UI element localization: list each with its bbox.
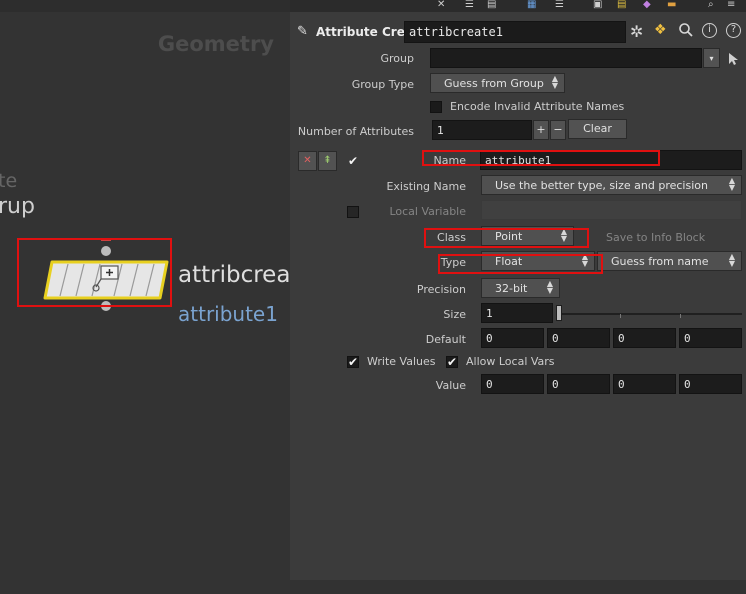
- local-variable-field[interactable]: [481, 200, 742, 220]
- size-slider-track[interactable]: [556, 313, 742, 315]
- encode-label: Encode Invalid Attribute Names: [450, 100, 625, 113]
- parameter-pane: ✎ Attribute Create attribcreate1 ✲ ❖ i ?…: [290, 12, 746, 580]
- group-type-dropdown[interactable]: Guess from Group ▲ ▼: [430, 73, 565, 93]
- context-node-fragment-1: te: [0, 170, 18, 192]
- help-icon[interactable]: ?: [726, 23, 741, 38]
- default-field-3[interactable]: 0: [613, 328, 676, 348]
- python-icon[interactable]: ❖: [654, 22, 667, 38]
- precision-dropdown[interactable]: 32-bit ▲ ▼: [481, 278, 560, 298]
- houdini-window: Geometry te rup attribcreat attribute1 ✕…: [0, 0, 746, 594]
- group-label: Group: [380, 52, 415, 65]
- network-view[interactable]: Geometry te rup attribcreat attribute1: [0, 0, 290, 594]
- context-node-fragment-2: rup: [0, 194, 35, 219]
- grid-icon[interactable]: ▦: [527, 0, 536, 10]
- allow-local-vars-checkmark-icon: ✔: [447, 355, 458, 369]
- slider-tick: [620, 314, 621, 318]
- pane-bottom-border: [290, 580, 746, 594]
- existing-name-label: Existing Name: [386, 180, 466, 193]
- value-field-3[interactable]: 0: [613, 374, 676, 394]
- search-icon[interactable]: [678, 22, 694, 38]
- value-field-1[interactable]: 0: [481, 374, 544, 394]
- write-values-label: Write Values: [367, 355, 436, 368]
- parameter-header: ✎ Attribute Create attribcreate1 ✲ ❖ i ?: [290, 18, 746, 46]
- num-attributes-field[interactable]: 1: [432, 120, 532, 140]
- clear-button[interactable]: Clear: [568, 119, 627, 139]
- size-field[interactable]: 1: [481, 303, 553, 323]
- group-type-label: Group Type: [351, 78, 414, 91]
- default-field-2[interactable]: 0: [547, 328, 610, 348]
- attribcreate-type-icon: ✎: [297, 24, 308, 39]
- group-type-value: Guess from Group: [444, 77, 544, 90]
- group-field[interactable]: [430, 48, 702, 68]
- existing-name-value: Use the better type, size and precision: [495, 179, 708, 192]
- save-icon[interactable]: ▣: [593, 0, 602, 10]
- size-label: Size: [443, 308, 466, 321]
- list-view-icon[interactable]: ☰: [555, 0, 564, 10]
- layers-icon[interactable]: ◆: [643, 0, 651, 10]
- note-icon[interactable]: ▤: [617, 0, 626, 10]
- menu-icon[interactable]: ≡: [727, 0, 735, 10]
- updown-arrow-icon: ▲ ▼: [546, 279, 554, 295]
- folder-icon[interactable]: ▬: [667, 0, 676, 10]
- value-field-2[interactable]: 0: [547, 374, 610, 394]
- info-icon[interactable]: i: [702, 23, 717, 38]
- encode-checkbox[interactable]: [430, 101, 442, 113]
- save-info-block-label[interactable]: Save to Info Block: [606, 231, 705, 244]
- guess-from-name-value: Guess from name: [611, 255, 709, 268]
- network-toolbar-strip: [0, 0, 290, 12]
- context-label: Geometry: [157, 32, 274, 56]
- updown-arrow-icon: ▲ ▼: [728, 176, 736, 192]
- num-attributes-label: Number of Attributes: [297, 125, 414, 138]
- updown-arrow-icon: ▲ ▼: [728, 252, 736, 268]
- size-slider-knob[interactable]: [556, 305, 562, 321]
- updown-arrow-icon: ▲ ▼: [551, 74, 559, 90]
- value-label: Value: [435, 379, 466, 392]
- write-values-checkmark-icon: ✔: [348, 355, 359, 369]
- search-icon[interactable]: ⌕: [708, 0, 714, 10]
- existing-name-dropdown[interactable]: Use the better type, size and precision …: [481, 175, 742, 195]
- allow-local-vars-label: Allow Local Vars: [466, 355, 555, 368]
- gear-icon[interactable]: ✲: [630, 22, 643, 41]
- node-name-field[interactable]: attribcreate1: [404, 21, 626, 43]
- default-field-4[interactable]: 0: [679, 328, 742, 348]
- guess-from-name-dropdown[interactable]: Guess from name ▲ ▼: [597, 251, 742, 271]
- remove-attribute-button[interactable]: −: [550, 120, 566, 140]
- local-variable-label: Local Variable: [389, 205, 466, 218]
- precision-label: Precision: [416, 283, 466, 296]
- pane-toolbar: ✕ ☰ ▤ ▦ ☰ ▣ ▤ ◆ ▬ ⌕ ≡: [290, 0, 746, 12]
- node-name-label: attribcreat: [178, 262, 290, 288]
- default-label: Default: [425, 333, 466, 346]
- tools-icon[interactable]: ✕: [437, 0, 445, 10]
- table-icon[interactable]: ▤: [487, 0, 496, 10]
- highlight-node-box: [17, 238, 172, 307]
- select-arrow-icon[interactable]: [727, 52, 739, 66]
- node-subtitle-label: attribute1: [178, 302, 278, 326]
- value-field-4[interactable]: 0: [679, 374, 742, 394]
- highlight-type-box: [438, 254, 603, 274]
- slider-tick: [680, 314, 681, 318]
- add-attribute-button[interactable]: +: [533, 120, 549, 140]
- highlight-class-box: [424, 228, 589, 248]
- list-icon[interactable]: ☰: [465, 0, 474, 10]
- precision-value: 32-bit: [495, 282, 528, 295]
- highlight-name-box: [422, 150, 660, 166]
- default-field-1[interactable]: 0: [481, 328, 544, 348]
- group-dropdown-button[interactable]: ▾: [703, 48, 720, 68]
